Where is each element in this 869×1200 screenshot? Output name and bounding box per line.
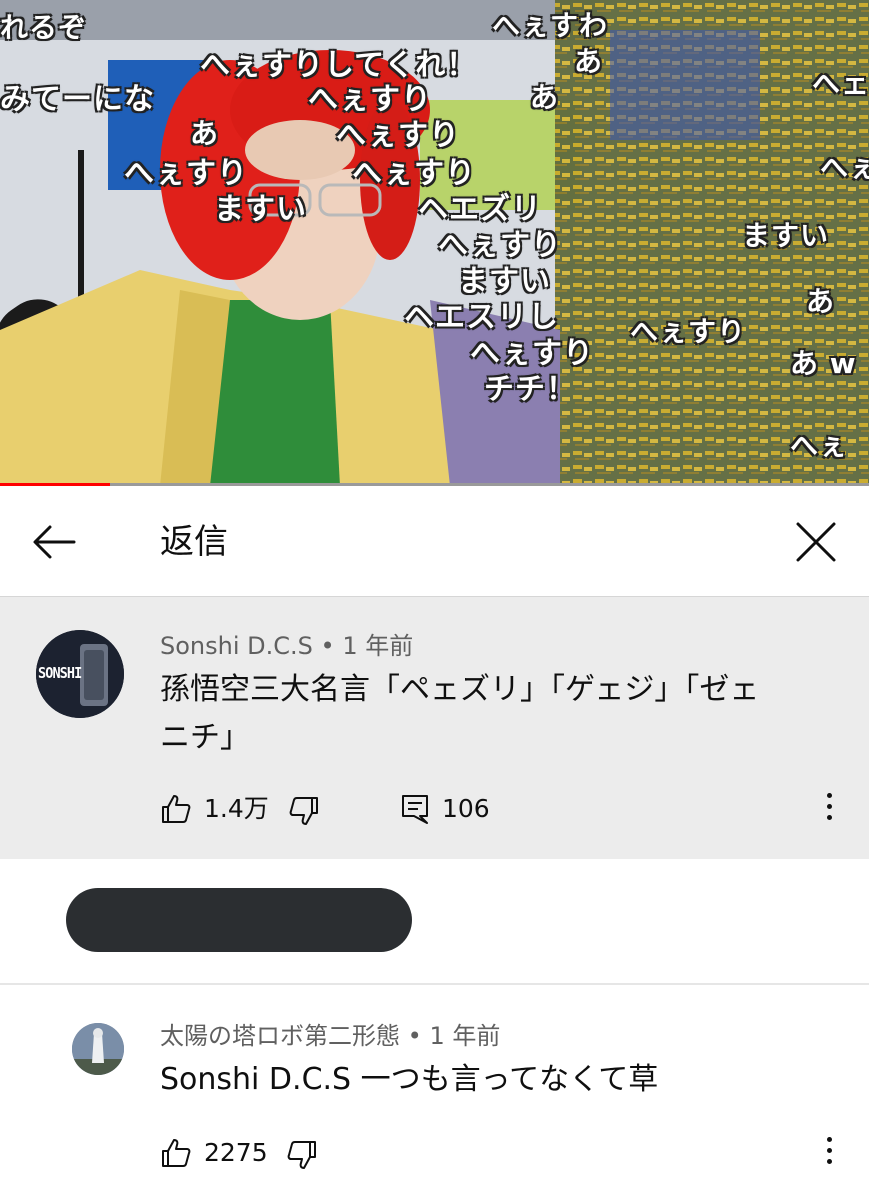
danmaku-comment: へぇすわ [492, 9, 609, 42]
danmaku-comment: あ [190, 117, 220, 150]
danmaku-comment: ますい [214, 192, 307, 227]
danmaku-comment: あ [806, 285, 836, 318]
video-player[interactable]: れるぞ へぇすりしてくれ！ へぇすわあみてーにな へぇすりああへぇすり へぇすり へぇすり… [0, 0, 869, 486]
reply-button[interactable] [400, 793, 430, 825]
parent-comment: SONSHI Sonshi D.C.S • 1 年前 孫悟空三大名言「ペェズリ」… [0, 597, 869, 859]
danmaku-comment: あ [530, 81, 560, 114]
like-count: 1.4万 [204, 794, 269, 823]
video-progress-bar[interactable] [0, 483, 869, 486]
thumbs-down-icon [289, 797, 318, 825]
replies-header: 返信 [0, 488, 869, 597]
comment-text-line-1: 孫悟空三大名言「ペェズリ」「ゲェジ」「ゼェ [160, 672, 760, 707]
danmaku-comment: へぇ [790, 429, 849, 462]
reply-count: 106 [442, 794, 490, 823]
like-button[interactable] [160, 793, 192, 825]
comment-icon [402, 795, 428, 824]
danmaku-comment: れるぞ [0, 11, 88, 44]
video-progress-fill [0, 483, 111, 486]
close-icon [796, 522, 836, 562]
avatar[interactable]: SONSHI [36, 630, 124, 718]
meta-separator: • [320, 632, 335, 660]
comment-time: 1 年前 [342, 632, 414, 660]
reply-text: Sonshi D.C.S 一つも言ってなくて草 [160, 1062, 659, 1097]
reply-like-count: 2275 [204, 1138, 268, 1167]
more-options-button[interactable] [819, 789, 839, 829]
thumbs-up-icon [162, 1139, 191, 1167]
close-button[interactable] [790, 516, 842, 568]
avatar-logo-text: SONSHI [38, 664, 82, 682]
arrow-left-icon [33, 525, 76, 559]
reply-time: 1 年前 [429, 1022, 501, 1050]
danmaku-comment: へぇすり [630, 315, 747, 348]
thumbs-down-icon [287, 1141, 316, 1169]
more-vert-icon [819, 793, 839, 820]
comment-author[interactable]: Sonshi D.C.S [160, 632, 313, 660]
reply-author[interactable]: 太陽の塔ロボ第二形態 [160, 1022, 400, 1050]
danmaku-comment: あ w [790, 347, 857, 380]
reply-meta: 太陽の塔ロボ第二形態 • 1 年前 [160, 1021, 500, 1051]
dislike-button[interactable] [288, 795, 320, 827]
back-button[interactable] [28, 518, 80, 566]
reply-avatar[interactable] [72, 1023, 124, 1075]
more-vert-icon [819, 1137, 839, 1164]
danmaku-comment: へぇ [820, 151, 869, 184]
meta-separator: • [407, 1022, 422, 1050]
thumbs-up-icon [162, 795, 191, 823]
reply-dislike-button[interactable] [286, 1139, 318, 1171]
danmaku-comment: あ [574, 45, 604, 78]
reply-like-button[interactable] [160, 1137, 192, 1169]
divider [0, 983, 869, 985]
danmaku-comment: ますい [742, 219, 830, 252]
comment-text-line-2: ニチ」 [160, 720, 250, 755]
danmaku-comment: チチ！ [484, 372, 577, 407]
page-title: 返信 [160, 522, 228, 562]
comment-meta: Sonshi D.C.S • 1 年前 [160, 631, 413, 661]
danmaku-comment: へェ [812, 67, 869, 100]
redacted-bar [66, 888, 412, 952]
danmaku-comment: みてーにな [0, 82, 155, 117]
reply-more-options-button[interactable] [819, 1133, 839, 1173]
